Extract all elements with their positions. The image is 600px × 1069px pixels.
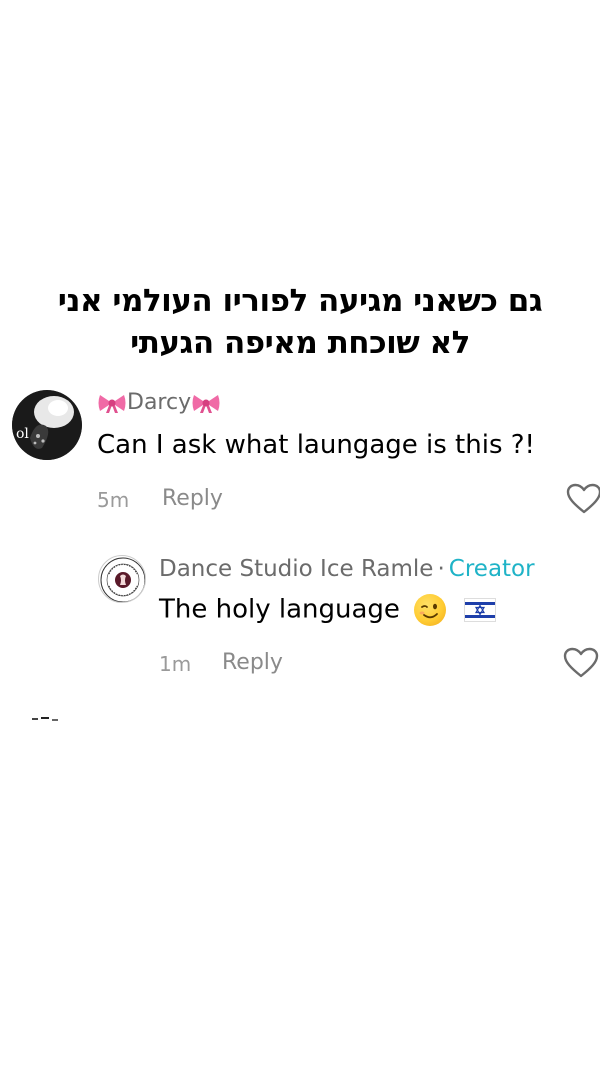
reply-text-line: The holy language xyxy=(159,594,497,626)
caption-line-1: גם כשאני מגיעה לפוריו העולמי אני xyxy=(57,283,543,319)
svg-text:ol: ol xyxy=(16,426,29,442)
video-caption: גם כשאני מגיעה לפוריו העולמי אני לא שוכח… xyxy=(30,280,570,364)
commenter-username[interactable]: Darcy xyxy=(97,390,221,415)
like-heart-icon[interactable] xyxy=(563,647,599,679)
dance-studio-logo-icon xyxy=(100,557,145,602)
reply-text: The holy language xyxy=(159,594,400,625)
comment-text: Can I ask what laungage is this ?! xyxy=(97,430,535,460)
reply-username: Dance Studio Ice Ramle xyxy=(159,556,434,582)
bow-emoji-icon xyxy=(98,395,126,413)
caption-line-2: לא שוכחת מאיפה הגעתי xyxy=(130,325,470,361)
reply-timestamp: 1m xyxy=(159,652,192,676)
reply-author-line[interactable]: Dance Studio Ice Ramle · Creator xyxy=(159,556,535,582)
creator-badge: Creator xyxy=(448,556,535,582)
tiktok-comment-overlay: גם כשאני מגיעה לפוריו העולמי אני לא שוכח… xyxy=(0,0,600,1069)
commenter-avatar[interactable]: ol xyxy=(12,390,82,460)
cut-off-avatar-fragment xyxy=(32,717,58,721)
commenter-name: Darcy xyxy=(127,390,192,415)
bow-emoji-icon xyxy=(192,395,220,413)
reply-reply-button[interactable]: Reply xyxy=(222,650,283,675)
avatar-photo: ol xyxy=(12,390,82,460)
winking-face-emoji-icon xyxy=(414,594,447,626)
comment-timestamp: 5m xyxy=(97,488,130,512)
creator-avatar[interactable] xyxy=(98,555,146,603)
israel-flag-emoji-icon xyxy=(464,598,497,622)
separator-dot: · xyxy=(437,556,445,582)
like-heart-icon[interactable] xyxy=(566,483,600,515)
comment-reply-button[interactable]: Reply xyxy=(162,486,223,511)
